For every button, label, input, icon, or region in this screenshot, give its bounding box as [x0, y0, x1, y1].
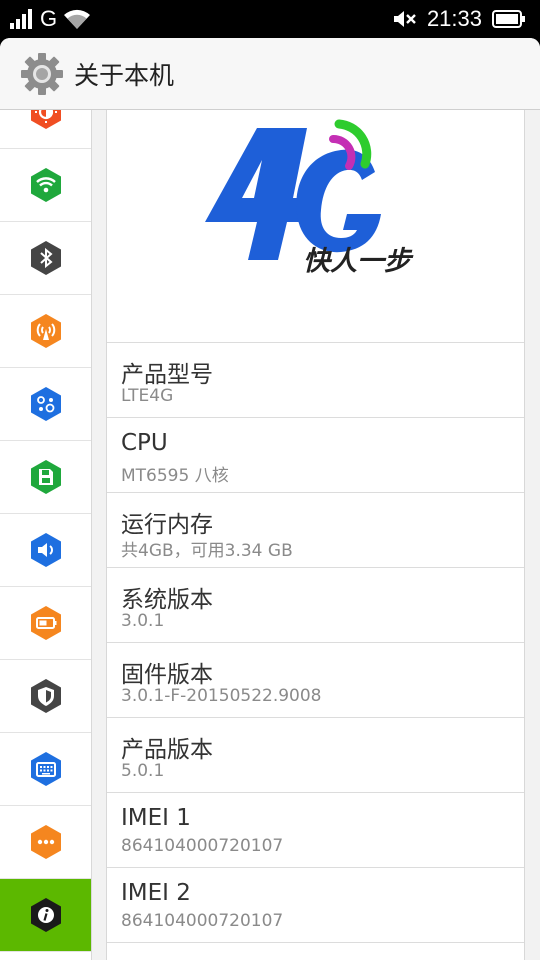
- sidebar-item-security[interactable]: [0, 660, 91, 733]
- sidebar-item-bluetooth[interactable]: [0, 222, 91, 295]
- sidebar-item-more[interactable]: [0, 806, 91, 879]
- settings-panel: 关于本机 快人一步 产品型号 LTE4G CPU MT6595 八核 运行内存 …: [0, 38, 540, 960]
- status-bar: G 21:33: [0, 0, 540, 38]
- about-icon: [30, 898, 61, 932]
- info-row-model[interactable]: 产品型号 LTE4G: [107, 343, 524, 418]
- info-value: 864104000720107: [121, 836, 284, 856]
- info-row-imei-1[interactable]: IMEI 1 864104000720107: [107, 793, 524, 868]
- info-label: IMEI 2: [121, 880, 191, 906]
- sidebar-item-keyboard[interactable]: [0, 733, 91, 806]
- sidebar: [0, 110, 92, 960]
- info-value: LTE4G: [121, 386, 174, 406]
- info-label: 运行内存: [121, 512, 213, 538]
- status-left: G: [10, 6, 91, 32]
- sidebar-item-about[interactable]: [0, 879, 91, 952]
- keyboard-icon: [30, 752, 61, 786]
- sidebar-item-battery[interactable]: [0, 587, 91, 660]
- info-row-cpu[interactable]: CPU MT6595 八核: [107, 418, 524, 493]
- sidebar-item-wifi[interactable]: [0, 149, 91, 222]
- wifi-icon: [30, 168, 61, 202]
- info-label: 产品型号: [121, 362, 213, 388]
- battery-icon: [492, 10, 525, 28]
- signal-icon: [10, 9, 32, 29]
- more-icon: [30, 825, 61, 859]
- clock: 21:33: [426, 6, 482, 31]
- info-row-firmware-version[interactable]: 固件版本 3.0.1-F-20150522.9008: [107, 643, 524, 718]
- info-row-imei-2[interactable]: IMEI 2 864104000720107: [107, 868, 524, 943]
- info-value: 共4GB，可用3.34 GB: [121, 541, 293, 561]
- sound-icon: [30, 533, 61, 567]
- storage-icon: [30, 460, 61, 494]
- page-title: 关于本机: [74, 61, 175, 90]
- banner-slogan: 快人一步: [303, 246, 414, 277]
- gear-icon[interactable]: [18, 50, 66, 98]
- sidebar-item-hotspot[interactable]: [0, 295, 91, 368]
- header-bar: 关于本机: [0, 38, 540, 110]
- security-icon: [30, 679, 61, 713]
- info-value: 3.0.1-F-20150522.9008: [121, 686, 322, 706]
- apps-icon: [30, 387, 61, 421]
- info-label: IMEI 1: [121, 805, 191, 831]
- sidebar-item-apps[interactable]: [0, 368, 91, 441]
- info-label: 产品版本: [121, 737, 213, 763]
- info-value: MT6595 八核: [121, 466, 229, 486]
- sidebar-item-storage[interactable]: [0, 441, 91, 514]
- info-row-system-version[interactable]: 系统版本 3.0.1: [107, 568, 524, 643]
- network-type: G: [40, 6, 58, 31]
- wifi-icon: [64, 9, 91, 29]
- sidebar-item-display[interactable]: [0, 110, 91, 149]
- info-value: 3.0.1: [121, 611, 165, 631]
- status-right: 21:33: [393, 6, 526, 32]
- bluetooth-icon: [30, 241, 61, 275]
- info-row-product-version[interactable]: 产品版本 5.0.1: [107, 718, 524, 793]
- info-value: 5.0.1: [121, 761, 165, 781]
- battery-icon: [30, 606, 61, 640]
- sidebar-item-sound[interactable]: [0, 514, 91, 587]
- 4g-logo-image: 快人一步: [205, 119, 414, 277]
- info-label: 固件版本: [121, 662, 213, 688]
- info-row-ram[interactable]: 运行内存 共4GB，可用3.34 GB: [107, 493, 524, 568]
- brightness-icon: [30, 110, 61, 129]
- 4g-banner: 快人一步: [107, 110, 524, 343]
- about-content: 快人一步 产品型号 LTE4G CPU MT6595 八核 运行内存 共4GB，…: [106, 110, 525, 960]
- info-label: CPU: [121, 430, 168, 456]
- info-label: 系统版本: [121, 587, 213, 613]
- hotspot-icon: [30, 314, 61, 348]
- mute-icon: [393, 11, 416, 27]
- info-value: 864104000720107: [121, 911, 284, 931]
